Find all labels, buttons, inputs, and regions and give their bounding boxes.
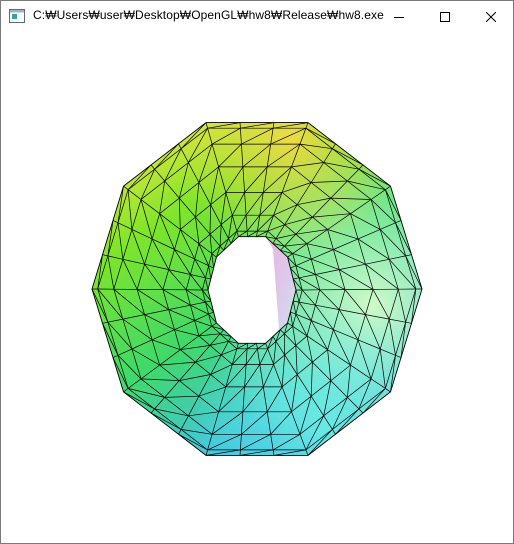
console-app-icon bbox=[9, 9, 25, 23]
maximize-icon bbox=[440, 11, 450, 22]
maximize-button[interactable] bbox=[422, 1, 468, 32]
minimize-icon bbox=[394, 12, 404, 22]
minimize-button[interactable] bbox=[376, 1, 422, 32]
opengl-client-area[interactable] bbox=[1, 32, 513, 543]
window-title: C:₩Users₩user₩Desktop₩OpenGL₩hw8₩Release… bbox=[33, 8, 384, 22]
close-icon bbox=[486, 11, 496, 22]
title-bar[interactable]: C:₩Users₩user₩Desktop₩OpenGL₩hw8₩Release… bbox=[1, 1, 513, 32]
torus-render bbox=[91, 122, 423, 456]
app-window: C:₩Users₩user₩Desktop₩OpenGL₩hw8₩Release… bbox=[0, 0, 514, 544]
close-button[interactable] bbox=[468, 1, 514, 32]
